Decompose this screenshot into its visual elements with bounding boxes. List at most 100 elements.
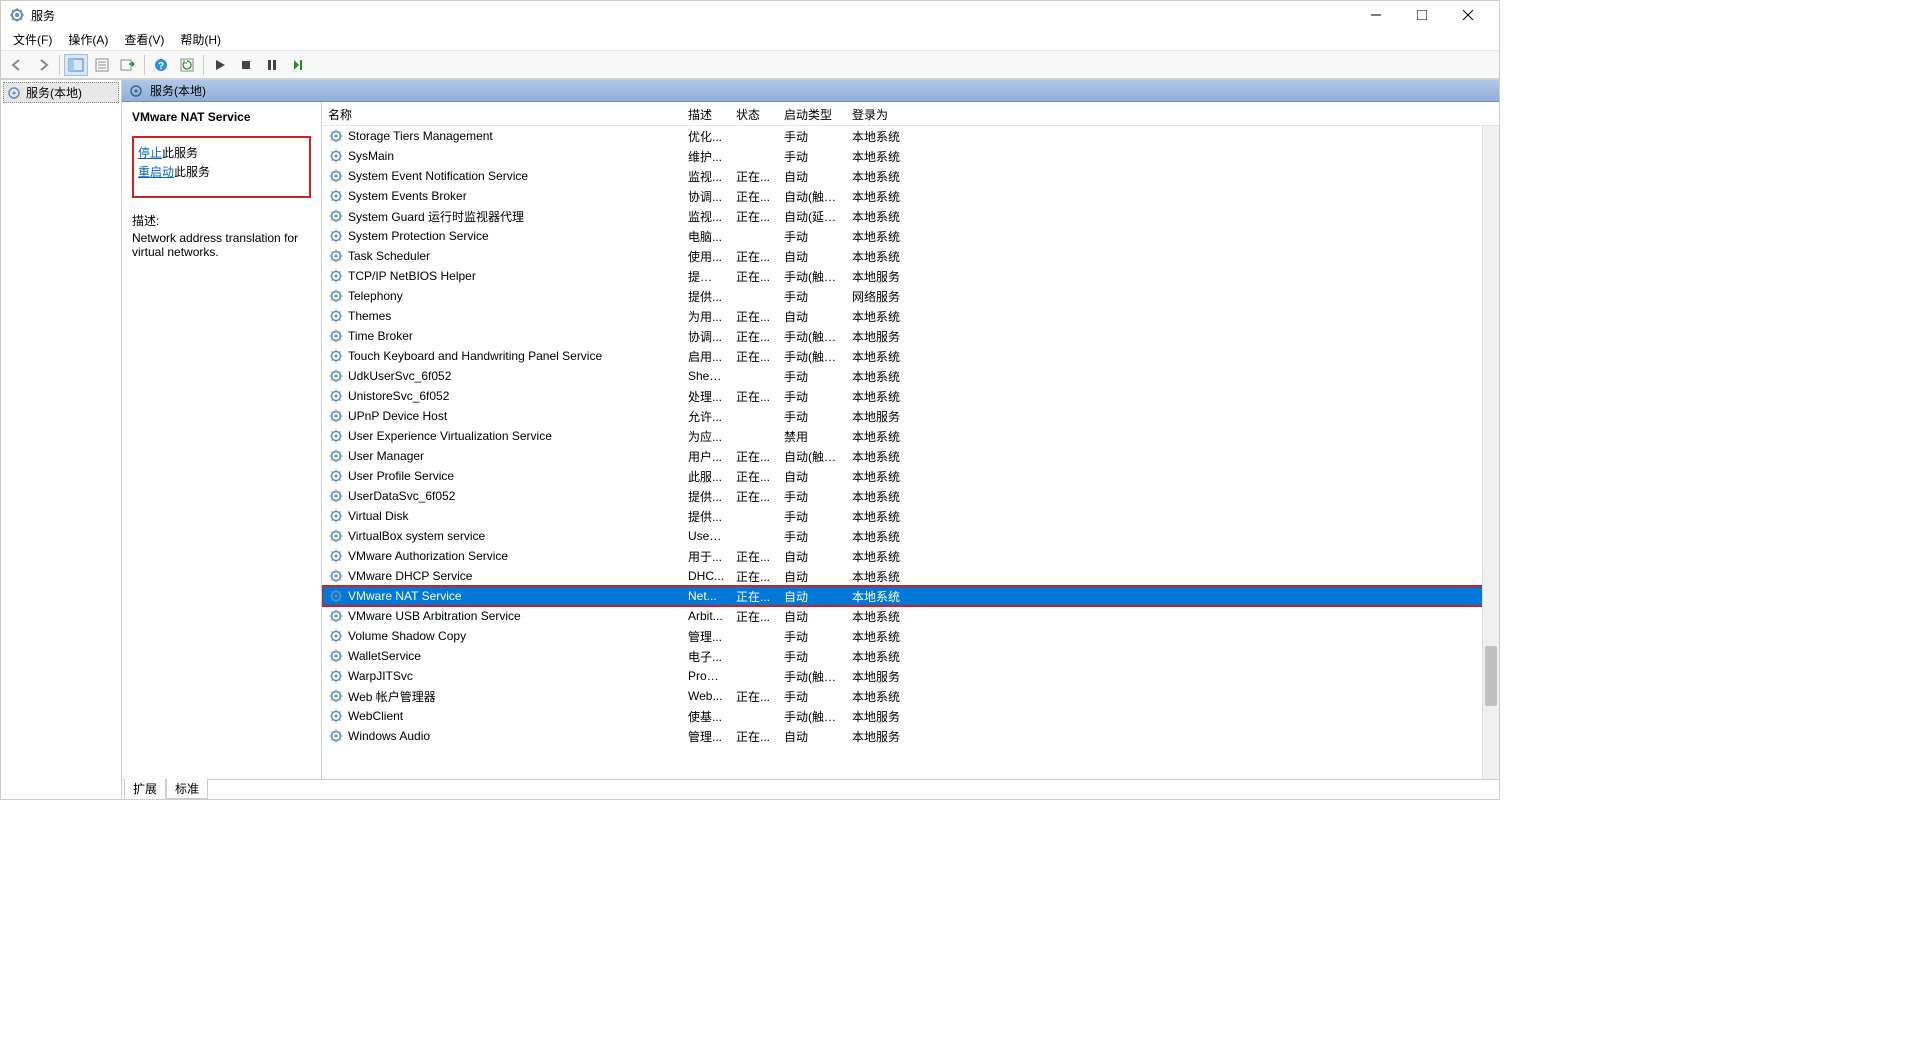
scrollbar-thumb[interactable] xyxy=(1485,646,1497,706)
service-desc-cell: 提供... xyxy=(682,507,730,526)
service-row[interactable]: UserDataSvc_6f052提供...正在...手动本地系统 xyxy=(322,486,1499,506)
service-row[interactable]: UPnP Device Host允许...手动本地服务 xyxy=(322,406,1499,426)
service-row[interactable]: Themes为用...正在...自动本地系统 xyxy=(322,306,1499,326)
column-startup-type[interactable]: 启动类型 xyxy=(778,102,846,125)
service-row[interactable]: Touch Keyboard and Handwriting Panel Ser… xyxy=(322,346,1499,366)
pause-service-button[interactable] xyxy=(260,54,284,76)
service-row[interactable]: VirtualBox system serviceUsed...手动本地系统 xyxy=(322,526,1499,546)
service-name-text: VMware DHCP Service xyxy=(348,569,472,583)
menu-help[interactable]: 帮助(H) xyxy=(172,29,229,50)
service-row[interactable]: Virtual Disk提供...手动本地系统 xyxy=(322,506,1499,526)
service-status-cell xyxy=(730,715,778,717)
forward-button[interactable] xyxy=(31,54,55,76)
service-row[interactable]: System Events Broker协调...正在...自动(触发...本地… xyxy=(322,186,1499,206)
restart-service-link[interactable]: 重启动 xyxy=(138,165,174,179)
service-row[interactable]: WalletService电子...手动本地系统 xyxy=(322,646,1499,666)
service-row[interactable]: Task Scheduler使用...正在...自动本地系统 xyxy=(322,246,1499,266)
description-label: 描述: xyxy=(132,212,311,229)
tree-root-services-local[interactable]: 服务(本地) xyxy=(3,82,119,103)
service-row[interactable]: SysMain维护...手动本地系统 xyxy=(322,146,1499,166)
service-desc-cell: 使用... xyxy=(682,247,730,266)
tab-extended[interactable]: 扩展 xyxy=(124,779,166,799)
service-row[interactable]: VMware USB Arbitration ServiceArbit...正在… xyxy=(322,606,1499,626)
service-status-cell: 正在... xyxy=(730,447,778,466)
service-row[interactable]: Telephony提供...手动网络服务 xyxy=(322,286,1499,306)
service-logon-cell: 本地系统 xyxy=(846,547,926,566)
menu-action[interactable]: 操作(A) xyxy=(60,29,116,50)
service-row[interactable]: VMware DHCP ServiceDHC...正在...自动本地系统 xyxy=(322,566,1499,586)
service-desc-cell: Provi... xyxy=(682,668,730,684)
vertical-scrollbar[interactable] xyxy=(1482,126,1499,779)
service-row[interactable]: System Event Notification Service监视...正在… xyxy=(322,166,1499,186)
services-icon xyxy=(128,83,144,99)
service-name-text: User Experience Virtualization Service xyxy=(348,429,552,443)
service-row[interactable]: User Profile Service此服...正在...自动本地系统 xyxy=(322,466,1499,486)
tab-standard[interactable]: 标准 xyxy=(166,779,208,799)
stop-service-button[interactable] xyxy=(234,54,258,76)
service-row[interactable]: Time Broker协调...正在...手动(触发...本地服务 xyxy=(322,326,1499,346)
gear-icon xyxy=(328,728,344,744)
help-button[interactable]: ? xyxy=(149,54,173,76)
menu-file[interactable]: 文件(F) xyxy=(5,29,60,50)
minimize-button[interactable] xyxy=(1353,1,1399,29)
service-logon-cell: 本地系统 xyxy=(846,227,926,246)
menu-view[interactable]: 查看(V) xyxy=(116,29,172,50)
service-desc-cell: 维护... xyxy=(682,147,730,166)
column-description[interactable]: 描述 xyxy=(682,102,730,125)
service-startup-cell: 自动 xyxy=(778,167,846,186)
export-list-button[interactable] xyxy=(116,54,140,76)
service-name-cell: System Event Notification Service xyxy=(322,167,682,185)
services-list-body[interactable]: Storage Tiers Management优化...手动本地系统SysMa… xyxy=(322,126,1499,779)
service-startup-cell: 手动 xyxy=(778,527,846,546)
gear-icon xyxy=(328,508,344,524)
service-row[interactable]: Storage Tiers Management优化...手动本地系统 xyxy=(322,126,1499,146)
service-logon-cell: 网络服务 xyxy=(846,287,926,306)
restart-service-button[interactable] xyxy=(286,54,310,76)
service-name-cell: User Manager xyxy=(322,447,682,465)
service-name-text: WalletService xyxy=(348,649,421,663)
gear-icon xyxy=(328,588,344,604)
service-row[interactable]: VMware Authorization Service用于...正在...自动… xyxy=(322,546,1499,566)
service-name-cell: SysMain xyxy=(322,147,682,165)
start-service-button[interactable] xyxy=(208,54,232,76)
back-button[interactable] xyxy=(5,54,29,76)
service-startup-cell: 手动 xyxy=(778,387,846,406)
service-startup-cell: 自动 xyxy=(778,727,846,746)
stop-service-link[interactable]: 停止 xyxy=(138,146,162,160)
show-hide-console-tree-button[interactable] xyxy=(64,54,88,76)
service-row[interactable]: User Experience Virtualization Service为应… xyxy=(322,426,1499,446)
close-button[interactable] xyxy=(1445,1,1491,29)
column-logon-as[interactable]: 登录为 xyxy=(846,102,926,125)
panel-header: 服务(本地) xyxy=(122,80,1499,102)
action-links-highlight: 停止此服务 重启动此服务 xyxy=(132,136,311,198)
service-row[interactable]: User Manager用户...正在...自动(触发...本地系统 xyxy=(322,446,1499,466)
service-row[interactable]: Web 帐户管理器Web...正在...手动本地系统 xyxy=(322,686,1499,706)
service-row[interactable]: System Guard 运行时监视器代理监视...正在...自动(延迟...本… xyxy=(322,206,1499,226)
service-startup-cell: 自动 xyxy=(778,307,846,326)
column-status[interactable]: 状态 xyxy=(730,102,778,125)
service-row[interactable]: System Protection Service电脑...手动本地系统 xyxy=(322,226,1499,246)
service-desc-cell: 启用... xyxy=(682,347,730,366)
maximize-button[interactable] xyxy=(1399,1,1445,29)
svg-text:?: ? xyxy=(158,61,164,72)
service-row[interactable]: VMware NAT ServiceNet...正在...自动本地系统 xyxy=(322,586,1499,606)
service-row[interactable]: UnistoreSvc_6f052处理...正在...手动本地系统 xyxy=(322,386,1499,406)
gear-icon xyxy=(328,648,344,664)
service-row[interactable]: Windows Audio管理...正在...自动本地服务 xyxy=(322,726,1499,746)
column-name[interactable]: 名称 xyxy=(322,102,682,125)
service-name-text: UnistoreSvc_6f052 xyxy=(348,389,449,403)
refresh-button[interactable] xyxy=(175,54,199,76)
toolbar-separator xyxy=(59,55,60,75)
properties-button[interactable] xyxy=(90,54,114,76)
gear-icon xyxy=(328,408,344,424)
service-name-text: Themes xyxy=(348,309,391,323)
service-row[interactable]: WarpJITSvcProvi...手动(触发...本地服务 xyxy=(322,666,1499,686)
service-status-cell xyxy=(730,635,778,637)
service-status-cell: 正在... xyxy=(730,547,778,566)
service-row[interactable]: UdkUserSvc_6f052Shell...手动本地系统 xyxy=(322,366,1499,386)
service-row[interactable]: TCP/IP NetBIOS Helper提供 ...正在...手动(触发...… xyxy=(322,266,1499,286)
service-row[interactable]: WebClient使基...手动(触发...本地服务 xyxy=(322,706,1499,726)
service-row[interactable]: Volume Shadow Copy管理...手动本地系统 xyxy=(322,626,1499,646)
service-name-cell: Volume Shadow Copy xyxy=(322,627,682,645)
service-startup-cell: 手动(触发... xyxy=(778,707,846,726)
